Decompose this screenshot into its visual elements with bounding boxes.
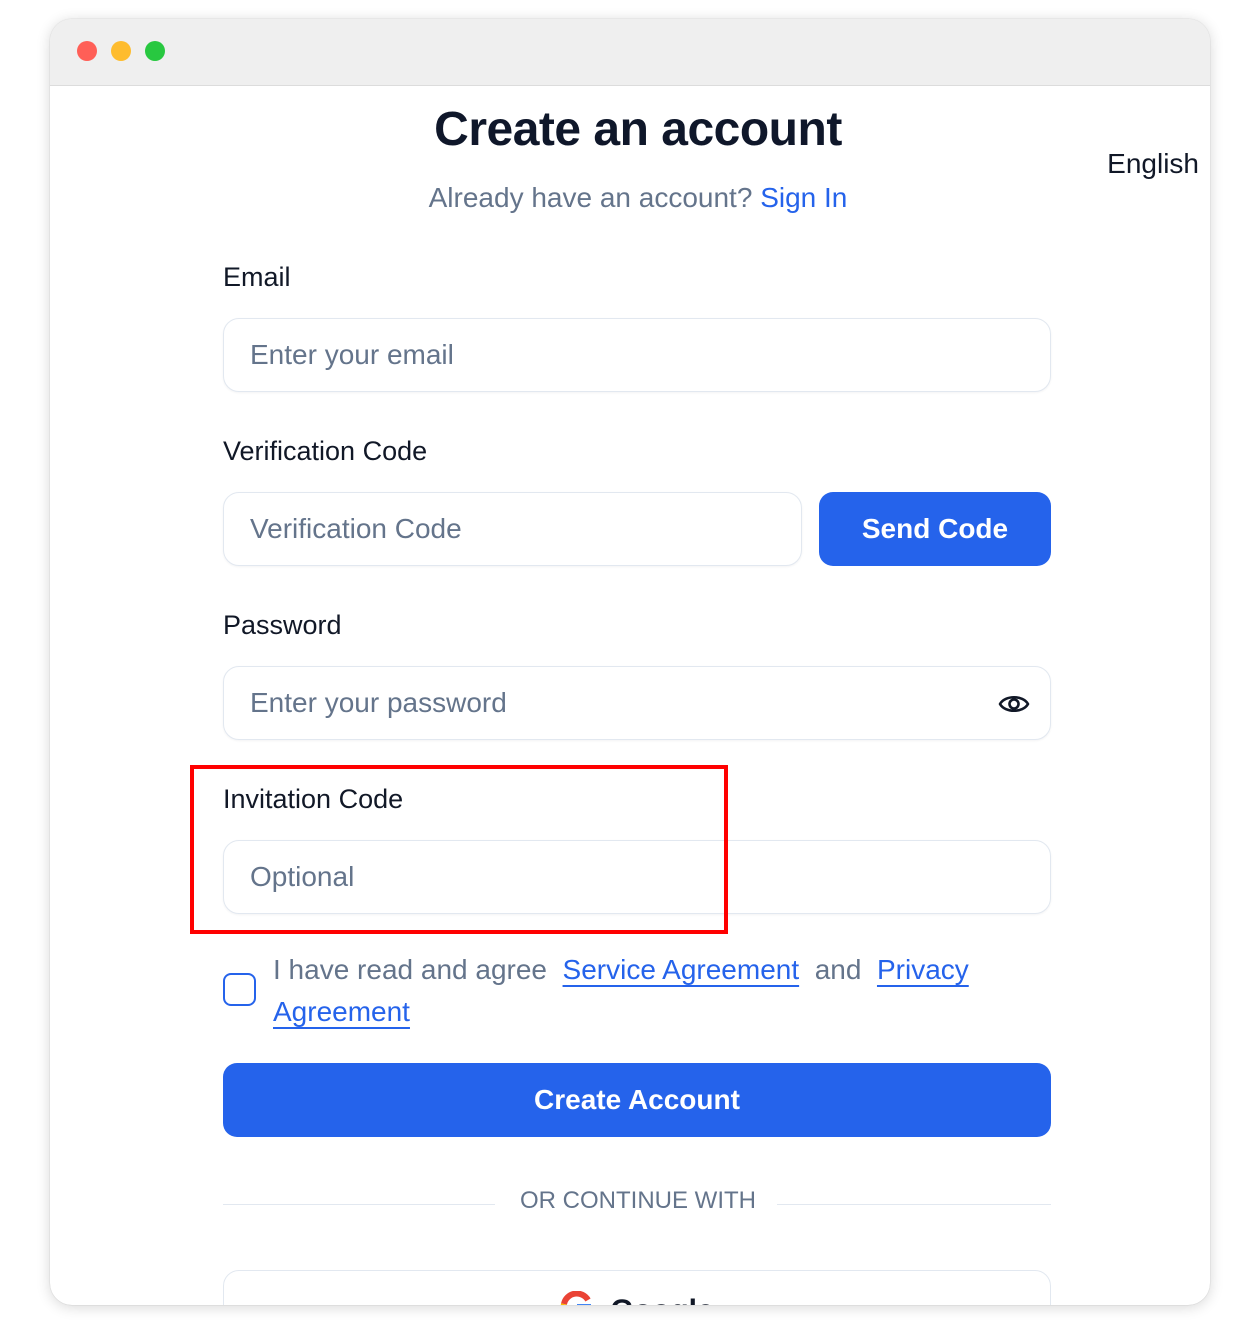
app-window: Create an account English Already have a… — [50, 19, 1210, 1305]
language-selector[interactable]: English — [1107, 150, 1199, 178]
email-label: Email — [223, 262, 291, 292]
sign-in-link[interactable]: Sign In — [760, 182, 847, 213]
verification-code-placeholder: Verification Code — [250, 513, 462, 544]
service-agreement-link[interactable]: Service Agreement — [563, 954, 800, 985]
divider-text: OR CONTINUE WITH — [520, 1187, 756, 1214]
page-title: Create an account — [434, 103, 842, 156]
agreement-prefix: I have read and agree — [273, 954, 547, 985]
google-signin-button[interactable]: Google — [223, 1270, 1051, 1305]
invitation-code-field[interactable]: Optional — [223, 840, 1051, 914]
signup-page: Create an account English Already have a… — [50, 86, 1210, 1305]
eye-icon[interactable] — [998, 690, 1030, 718]
email-field[interactable]: Enter your email — [223, 318, 1051, 392]
maximize-window-button[interactable] — [145, 41, 165, 61]
close-window-button[interactable] — [77, 41, 97, 61]
email-placeholder: Enter your email — [250, 339, 454, 370]
signin-prompt: Already have an account? Sign In — [50, 184, 1210, 212]
window-titlebar — [50, 19, 1210, 86]
minimize-window-button[interactable] — [111, 41, 131, 61]
verification-code-label: Verification Code — [223, 436, 428, 466]
verification-code-field[interactable]: Verification Code — [223, 492, 802, 566]
google-button-label: Google — [610, 1294, 713, 1305]
create-account-button[interactable]: Create Account — [223, 1063, 1051, 1137]
agreement-conjunction: and — [814, 954, 862, 985]
invitation-code-label: Invitation Code — [223, 784, 404, 814]
password-label: Password — [223, 610, 342, 640]
invitation-code-placeholder: Optional — [250, 861, 355, 892]
agreement-text: I have read and agree Service Agreement … — [273, 949, 1053, 1033]
have-account-text: Already have an account? — [428, 182, 753, 213]
divider-line-right — [777, 1204, 1051, 1205]
google-icon — [560, 1290, 592, 1305]
agree-checkbox[interactable] — [223, 973, 256, 1006]
password-field[interactable]: Enter your password — [223, 666, 1051, 740]
send-code-button[interactable]: Send Code — [819, 492, 1051, 566]
password-placeholder: Enter your password — [250, 687, 507, 718]
